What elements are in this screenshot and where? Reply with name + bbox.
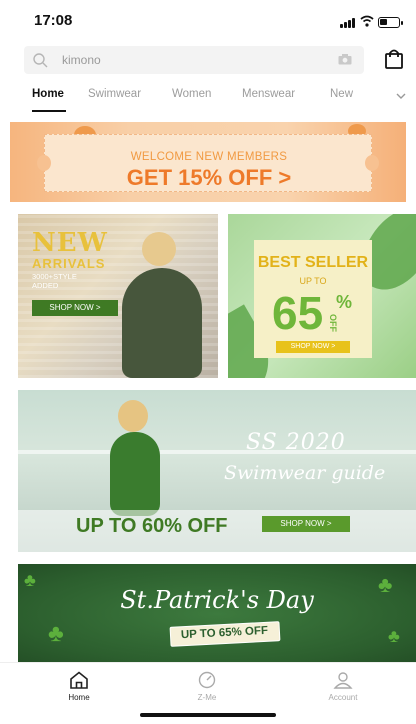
shop-now-button[interactable]: SHOP NOW > — [276, 341, 350, 353]
shop-now-button[interactable]: SHOP NOW > — [32, 300, 118, 316]
banner-offer: GET 15% OFF > — [126, 165, 292, 190]
st-patricks-offer: UP TO 65% OFF — [180, 624, 269, 642]
model-dress — [122, 268, 202, 378]
home-indicator — [140, 713, 276, 717]
battery-icon — [378, 17, 403, 28]
search-input[interactable]: kimono — [62, 53, 101, 67]
search-bar[interactable]: kimono — [24, 46, 364, 74]
new-arrivals-subtitle: ARRIVALS — [32, 256, 106, 271]
best-seller-percent: % — [336, 292, 353, 312]
shopping-bag-icon[interactable] — [384, 48, 404, 70]
category-tabs: Home Swimwear Women Menswear New — [0, 80, 416, 110]
best-seller-card[interactable]: BEST SELLER UP TO 65 % OFF SHOP NOW > — [228, 214, 416, 378]
clover-icon: ♣ — [388, 626, 400, 646]
user-icon — [333, 672, 353, 689]
camera-icon[interactable] — [338, 54, 352, 65]
best-seller-number: 65 — [272, 287, 324, 339]
welcome-banner[interactable]: WELCOME NEW MEMBERS GET 15% OFF > — [10, 122, 406, 202]
new-arrivals-title: NEW — [32, 228, 108, 258]
st-patricks-card[interactable]: ♣ ♣ ♣ ♣ St.Patrick's Day UP TO 65% OFF — [18, 564, 416, 664]
nav-account-label: Account — [328, 693, 358, 702]
clover-icon: ♣ — [48, 620, 64, 647]
tab-new[interactable]: New — [330, 88, 353, 100]
status-bar: 17:08 — [0, 0, 416, 40]
nav-home-label: Home — [68, 693, 90, 702]
swimwear-season: SS 2020 — [246, 430, 346, 455]
swimwear-guide-card[interactable]: SS 2020 Swimwear guide UP TO 60% OFF SHO… — [18, 390, 416, 552]
coupon-ticket: WELCOME NEW MEMBERS GET 15% OFF > — [37, 134, 379, 192]
swimwear-offer: UP TO 60% OFF — [76, 515, 228, 537]
new-arrivals-note: 3000+STYLE ADDED — [32, 272, 77, 290]
best-seller-title: BEST SELLER — [257, 254, 369, 271]
tab-home[interactable]: Home — [32, 88, 64, 100]
home-icon — [70, 671, 88, 689]
nav-zme[interactable]: Z-Me — [172, 671, 242, 702]
model-swimsuit — [110, 432, 160, 516]
nav-account[interactable]: Account — [308, 671, 378, 702]
tab-menswear[interactable]: Menswear — [242, 88, 295, 100]
active-tab-indicator — [32, 110, 66, 112]
best-seller-off: OFF — [328, 314, 338, 332]
best-seller-up-to: UP TO — [299, 276, 327, 286]
nav-home[interactable]: Home — [44, 671, 114, 702]
search-icon — [33, 53, 48, 68]
chevron-down-icon[interactable] — [396, 92, 406, 100]
pool-line — [18, 450, 416, 454]
shop-now-button[interactable]: SHOP NOW > — [262, 516, 350, 532]
model-head — [142, 232, 176, 266]
wifi-icon — [360, 15, 374, 27]
swimwear-guide-title: Swimwear guide — [224, 462, 386, 484]
model-head — [118, 400, 148, 432]
best-seller-box: BEST SELLER UP TO 65 % OFF SHOP NOW > — [254, 240, 372, 358]
gauge-icon — [198, 671, 216, 689]
tab-women[interactable]: Women — [172, 88, 211, 100]
signal-icon — [340, 18, 356, 28]
tab-swimwear[interactable]: Swimwear — [88, 88, 141, 100]
status-time: 17:08 — [34, 12, 73, 29]
banner-headline: WELCOME NEW MEMBERS — [130, 151, 288, 163]
st-patricks-title: St.Patrick's Day — [120, 586, 314, 614]
st-patricks-offer-box: UP TO 65% OFF — [169, 621, 281, 647]
new-arrivals-card[interactable]: NEW ARRIVALS 3000+STYLE ADDED SHOP NOW > — [18, 214, 218, 378]
nav-zme-label: Z-Me — [197, 693, 217, 702]
